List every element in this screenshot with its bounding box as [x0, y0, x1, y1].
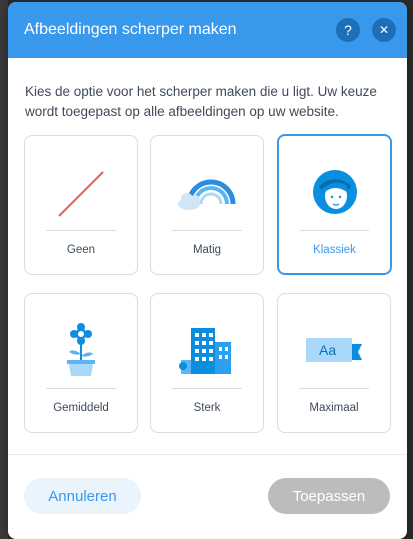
flag-text: Aa [319, 342, 336, 358]
card-divider [172, 230, 242, 231]
woman-face-icon [313, 170, 357, 214]
card-divider [300, 230, 369, 231]
option-label: Sterk [193, 402, 221, 414]
option-label: Maximaal [309, 402, 359, 414]
dialog-header: Afbeeldingen scherper maken ? ✕ [8, 2, 407, 58]
close-button[interactable]: ✕ [372, 18, 396, 42]
cancel-button[interactable]: Annuleren [24, 478, 141, 514]
footer-divider [8, 454, 407, 455]
option-card-maximaal[interactable]: Aa Maximaal [277, 293, 391, 433]
option-label: Gemiddeld [53, 402, 109, 414]
close-icon: ✕ [378, 23, 390, 37]
flag-banner-aa-icon: Aa [306, 338, 362, 362]
option-card-klassiek[interactable]: Klassiek [277, 134, 392, 275]
option-card-gemiddeld[interactable]: Gemiddeld [24, 293, 138, 433]
option-label: Matig [192, 244, 222, 256]
city-buildings-icon [179, 328, 231, 374]
no-sharpen-slash-icon [58, 171, 104, 217]
sharpen-images-dialog: Afbeeldingen scherper maken ? ✕ Kies de … [8, 2, 407, 539]
dialog-description: Kies de optie voor het scherper maken di… [25, 84, 377, 119]
option-label: Geen [66, 244, 96, 256]
card-divider [299, 388, 369, 389]
card-divider [46, 388, 116, 389]
apply-button[interactable]: Toepassen [268, 478, 390, 514]
dialog-title: Afbeeldingen scherper maken [24, 21, 237, 38]
option-card-sterk[interactable]: Sterk [150, 293, 264, 433]
potted-flower-icon [67, 323, 95, 376]
option-card-geen[interactable]: Geen [24, 135, 138, 275]
card-divider [172, 388, 242, 389]
option-card-matig[interactable]: Matig [150, 135, 264, 275]
option-label: Klassiek [313, 244, 356, 256]
cloud-rainbow-icon [178, 179, 236, 210]
card-divider [46, 230, 116, 231]
question-mark-icon: ? [344, 22, 352, 38]
page-backdrop [0, 0, 8, 539]
help-button[interactable]: ? [336, 18, 360, 42]
